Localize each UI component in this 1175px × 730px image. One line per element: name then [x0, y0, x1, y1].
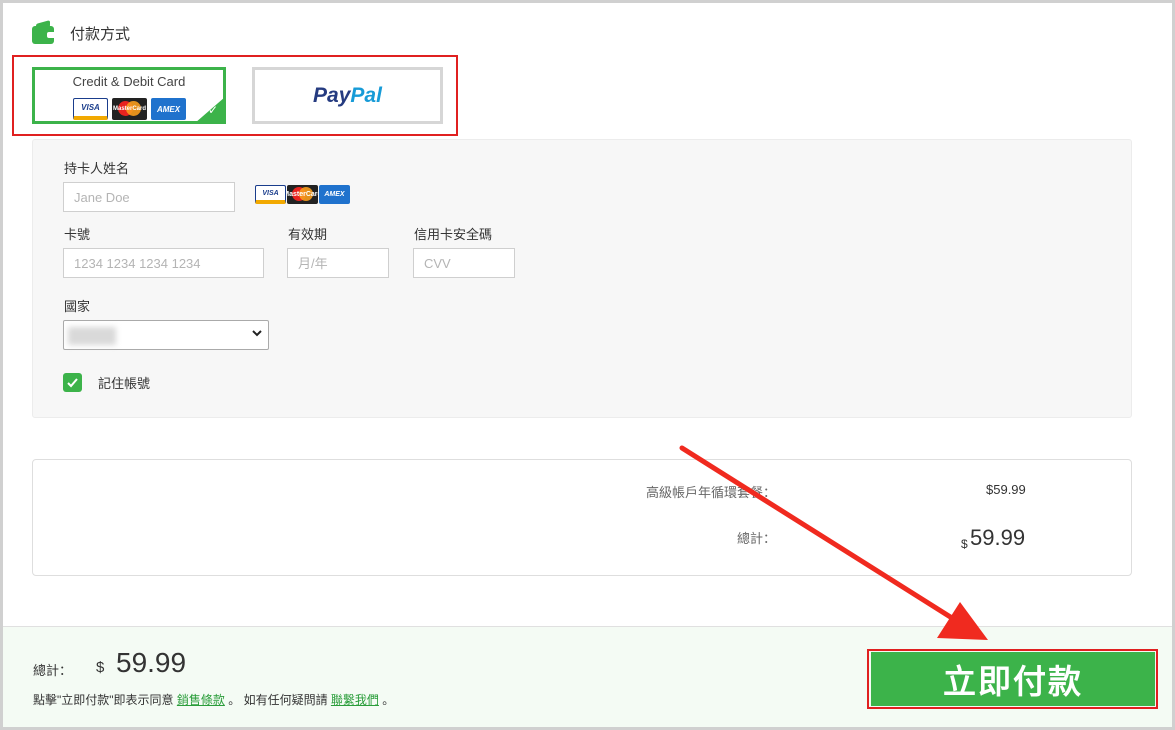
visa-logo: VISA: [255, 185, 286, 204]
summary-total-currency: $: [961, 537, 968, 551]
cardholder-name-input[interactable]: [63, 182, 235, 212]
remember-account-label: 記住帳號: [98, 376, 151, 391]
expiry-input[interactable]: [287, 248, 389, 278]
summary-total-amount: 59.99: [970, 525, 1026, 550]
cardholder-name-label: 持卡人姓名: [64, 161, 130, 176]
chevron-down-icon: [252, 330, 262, 337]
payment-method-title: 付款方式: [70, 25, 131, 43]
payment-method-header: 付款方式: [32, 20, 131, 44]
summary-total-label: 總計：: [736, 531, 776, 546]
country-select[interactable]: [63, 320, 269, 350]
sales-terms-link[interactable]: 銷售條款: [177, 693, 225, 707]
contact-us-link[interactable]: 聯繫我們: [331, 693, 379, 707]
country-label: 國家: [64, 299, 91, 314]
remember-account-checkbox[interactable]: [63, 373, 82, 392]
footer-total-label: 總計：: [33, 663, 73, 678]
terms-note: 點擊"立即付款"即表示同意 銷售條款 。 如有任何疑問請 聯繫我們 。: [33, 693, 395, 707]
annotation-highlight-box: [12, 55, 458, 136]
footer-currency: $: [96, 659, 105, 676]
wallet-icon: [32, 20, 54, 44]
cvv-input[interactable]: [413, 248, 515, 278]
card-number-label: 卡號: [64, 227, 91, 242]
card-number-input[interactable]: [63, 248, 264, 278]
annotation-highlight-box: [867, 649, 1158, 709]
plan-label: 高級帳戶年循環套餐：: [645, 485, 776, 500]
plan-price: $59.99: [986, 482, 1026, 497]
checkmark-icon: [67, 378, 78, 388]
country-selected-value-blurred: [68, 327, 116, 345]
mastercard-logo: MasterCard: [287, 185, 318, 204]
card-form-panel: [32, 139, 1132, 418]
footer-total-amount: 59.99: [116, 647, 187, 678]
accepted-cards-logos: VISA MasterCard AMEX: [255, 185, 350, 204]
expiry-label: 有效期: [288, 227, 328, 242]
order-summary: [32, 459, 1132, 576]
amex-logo: AMEX: [319, 185, 350, 204]
cvv-label: 信用卡安全碼: [414, 227, 493, 242]
